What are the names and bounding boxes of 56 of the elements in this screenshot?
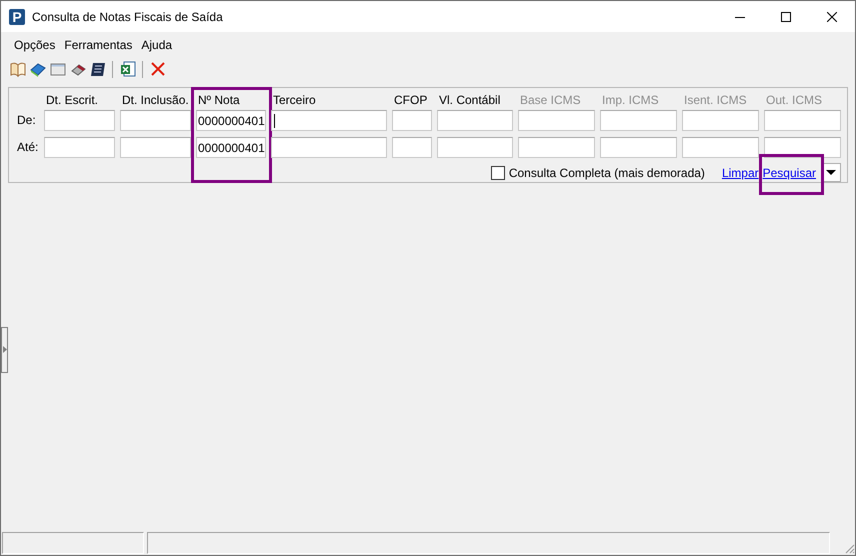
input-field[interactable]: 0000000401 xyxy=(196,110,266,131)
expand-handle[interactable] xyxy=(1,326,8,372)
menu-item[interactable]: Ferramentas xyxy=(58,38,136,52)
menu-item[interactable]: Opções xyxy=(8,38,58,52)
maximize-icon xyxy=(781,12,791,22)
link[interactable]: Limpar xyxy=(722,166,759,180)
spreadsheet-icon xyxy=(120,61,136,77)
input-field[interactable] xyxy=(764,110,841,131)
column-header: Dt. Inclusão. xyxy=(121,93,190,107)
delete-button[interactable] xyxy=(149,60,166,78)
input-field[interactable] xyxy=(120,137,191,158)
input-field[interactable]: 0000000401 xyxy=(196,137,266,158)
closed-book-icon xyxy=(30,61,46,77)
row-label: Até: xyxy=(17,139,39,156)
window-title: Consulta de Notas Fiscais de Saída xyxy=(32,10,224,24)
resize-grip-icon xyxy=(843,542,855,554)
input-field[interactable] xyxy=(44,137,115,158)
column-header: CFOP xyxy=(393,93,428,107)
input-field[interactable] xyxy=(518,110,595,131)
row-label: De: xyxy=(17,112,37,129)
close-icon xyxy=(827,12,837,22)
input-field[interactable] xyxy=(437,110,513,131)
open-book-button[interactable] xyxy=(9,60,26,78)
column-header: Terceiro xyxy=(272,93,317,107)
arrow-right-icon xyxy=(2,346,6,353)
column-header: Nº Nota xyxy=(197,93,241,107)
column-header: Vl. Contábil xyxy=(438,93,502,107)
input-field[interactable] xyxy=(682,110,759,131)
input-field[interactable] xyxy=(518,137,595,158)
window-icon xyxy=(50,61,66,77)
close-icon xyxy=(150,61,166,77)
input-field[interactable] xyxy=(600,137,677,158)
open-book-icon xyxy=(10,61,26,77)
column-header: Base ICMS xyxy=(519,93,582,107)
export-button[interactable] xyxy=(119,60,136,78)
input-field[interactable] xyxy=(271,110,387,131)
input-field[interactable] xyxy=(44,110,115,131)
app-logo: P xyxy=(9,8,25,24)
script-button[interactable] xyxy=(89,60,106,78)
column-header: Imp. ICMS xyxy=(601,93,660,107)
caret-icon xyxy=(826,170,836,175)
menu-item[interactable]: Ajuda xyxy=(135,38,176,52)
input-field[interactable] xyxy=(271,137,387,158)
input-field[interactable] xyxy=(392,137,432,158)
input-field[interactable] xyxy=(600,110,677,131)
input-field[interactable] xyxy=(437,137,513,158)
script-icon xyxy=(90,61,106,77)
input-field[interactable] xyxy=(120,110,191,131)
link[interactable]: Pesquisar xyxy=(762,166,816,180)
checkbox[interactable] xyxy=(490,166,505,180)
column-header: Out. ICMS xyxy=(765,93,824,107)
input-field[interactable] xyxy=(682,137,759,158)
column-header: Dt. Escrit. xyxy=(45,93,100,107)
input-field[interactable] xyxy=(392,110,432,131)
checkbox-label: Consulta Completa (mais demorada) xyxy=(508,166,705,180)
column-header: Isent. ICMS xyxy=(683,93,748,107)
